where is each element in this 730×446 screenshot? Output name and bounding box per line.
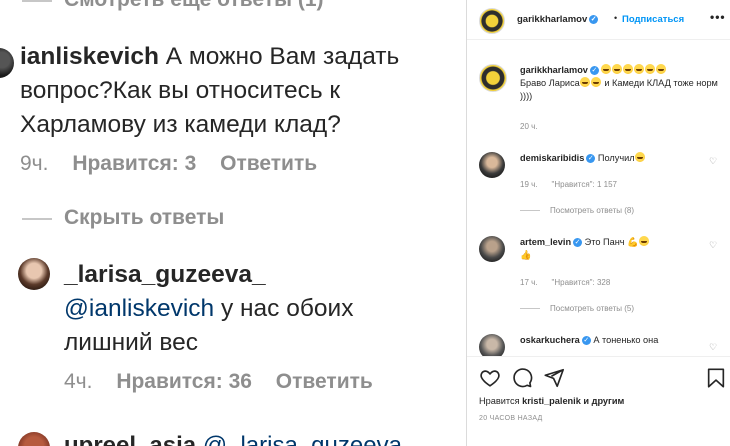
zoomed-comments-image: Смотреть еще ответы (1) ianliskevich А м… <box>0 0 466 446</box>
page: Смотреть еще ответы (1) ianliskevich А м… <box>0 0 730 446</box>
avatar[interactable] <box>479 8 505 34</box>
caption-text: garikkharlamov ✓ Браво Лариса и Камеди КЛ… <box>520 64 720 103</box>
caption-text-before: Браво Лариса <box>520 78 580 88</box>
comment-time: 9ч. <box>20 152 49 175</box>
liked-by-user[interactable]: kristi_palenik <box>522 396 581 406</box>
avatar <box>0 48 14 78</box>
comment-text: demiskaribidis ✓ Получил <box>520 152 700 165</box>
comment-username[interactable]: oskarkuchera <box>520 335 580 345</box>
caption-username[interactable]: garikkharlamov <box>520 65 588 75</box>
reply-mention: @ianliskevich <box>64 295 215 322</box>
reply-label: Ответить <box>220 152 318 175</box>
comment-body: Это Панч <box>584 237 625 247</box>
verified-icon: ✓ <box>589 14 599 24</box>
comment-text: artem_levin ✓ Это Панч 💪 👍 <box>520 236 700 262</box>
verified-icon: ✓ <box>581 336 591 346</box>
reply-meta: 4ч. Нравится: 36 Ответить <box>64 370 373 394</box>
avatar[interactable] <box>479 236 505 262</box>
comment-likes[interactable]: "Нравится": 328 <box>552 278 611 287</box>
reply-username: _larisa_guzeeva_ <box>64 261 266 288</box>
header-username[interactable]: garikkharlamov ✓ <box>517 14 599 25</box>
laughing-emoji-icon <box>634 64 645 74</box>
divider-line <box>520 210 540 212</box>
view-more-replies-zoomed: Смотреть еще ответы (1) <box>0 0 466 12</box>
divider-line <box>22 0 52 2</box>
heart-icon[interactable]: ♡ <box>709 342 717 353</box>
thumbs-up-emoji-icon: 👍 <box>520 250 532 260</box>
comment-icon[interactable] <box>511 367 533 389</box>
view-replies-label[interactable]: Посмотреть ответы (5) <box>550 304 634 313</box>
caption-time: 20 ч. <box>520 122 538 131</box>
comment-time: 19 ч. <box>520 180 538 189</box>
verified-icon: ✓ <box>589 66 599 76</box>
laughing-emoji-icon <box>623 64 634 74</box>
avatar <box>18 432 50 446</box>
laughing-emoji-icon <box>601 64 612 74</box>
liked-by-line: Нравится kristi_palenik и другим <box>479 396 624 406</box>
view-replies-label[interactable]: Посмотреть ответы (8) <box>550 206 634 215</box>
comment-body: Получил <box>597 153 635 163</box>
view-replies-button[interactable]: Посмотреть ответы (5) <box>520 304 634 313</box>
avatar[interactable] <box>479 64 507 92</box>
laughing-emoji-icon <box>634 152 645 162</box>
avatar[interactable] <box>479 152 505 178</box>
liked-by-prefix: Нравится <box>479 396 520 406</box>
reply-likes: Нравится: 36 <box>116 370 252 393</box>
header-username-text[interactable]: garikkharlamov <box>517 14 587 25</box>
comment-likes[interactable]: "Нравится": 1 157 <box>552 180 617 189</box>
comment-likes: Нравится: 3 <box>72 152 197 175</box>
zoomed-reply: _larisa_guzeeva_ @ianliskevich у нас обо… <box>64 258 444 360</box>
verified-icon: ✓ <box>573 238 583 248</box>
post-side-panel: garikkharlamov ✓ • Подписаться ••• garikk… <box>466 0 730 446</box>
post-time[interactable]: 20 ЧАСОВ НАЗАД <box>479 415 543 422</box>
laughing-emoji-icon <box>612 64 623 74</box>
avatar <box>18 258 50 290</box>
bookmark-icon[interactable] <box>705 367 727 389</box>
comment-username: ianliskevich <box>20 43 159 70</box>
follow-button[interactable]: Подписаться <box>622 14 684 25</box>
liked-by-others[interactable]: и другим <box>583 396 624 406</box>
comment-username[interactable]: demiskaribidis <box>520 153 584 163</box>
comment-username[interactable]: artem_levin <box>520 237 571 247</box>
heart-icon[interactable]: ♡ <box>709 240 717 251</box>
grinning-emoji-icon <box>638 236 649 246</box>
flexed-bicep-emoji-icon: 💪 <box>627 237 639 247</box>
post-header: garikkharlamov ✓ • Подписаться ••• <box>467 0 730 40</box>
laughing-emoji-icon <box>579 77 590 87</box>
comment-body: А тоненько она <box>593 335 659 345</box>
share-icon[interactable] <box>543 367 565 389</box>
comment-meta: 19 ч. "Нравится": 1 157 <box>520 180 617 189</box>
separator-dot: • <box>614 13 618 23</box>
view-replies-button[interactable]: Посмотреть ответы (8) <box>520 206 634 215</box>
comment-time: 17 ч. <box>520 278 538 287</box>
partial-comment: upreel_asia @_larisa_guzeeva_ <box>64 432 415 446</box>
comment-meta: 17 ч. "Нравится": 328 <box>520 278 610 287</box>
laughing-emoji-icon <box>656 64 667 74</box>
hide-replies-label: Скрыть ответы <box>64 206 225 229</box>
divider-line <box>22 218 52 220</box>
view-more-replies-label: Смотреть еще ответы (1) <box>64 0 324 12</box>
laughing-emoji-icon <box>645 64 656 74</box>
heart-icon[interactable] <box>479 367 501 389</box>
post-actions: Нравится kristi_palenik и другим 20 ЧАСО… <box>467 356 730 446</box>
divider-line <box>520 308 540 310</box>
comment-text: oskarkuchera ✓ А тоненько она <box>520 334 700 347</box>
laughing-emoji-icon <box>590 77 601 87</box>
reply-time: 4ч. <box>64 370 93 393</box>
verified-icon: ✓ <box>586 154 596 164</box>
more-icon[interactable]: ••• <box>710 10 726 24</box>
partial-username: upreel_asia <box>64 432 197 446</box>
zoomed-comment: ianliskevich А можно Вам задать вопрос?К… <box>20 40 450 142</box>
partial-mention: @_larisa_guzeeva_ <box>202 432 416 446</box>
heart-icon[interactable]: ♡ <box>709 156 717 167</box>
comment-meta: 9ч. Нравится: 3 Ответить <box>20 152 317 176</box>
reply-label: Ответить <box>275 370 373 393</box>
